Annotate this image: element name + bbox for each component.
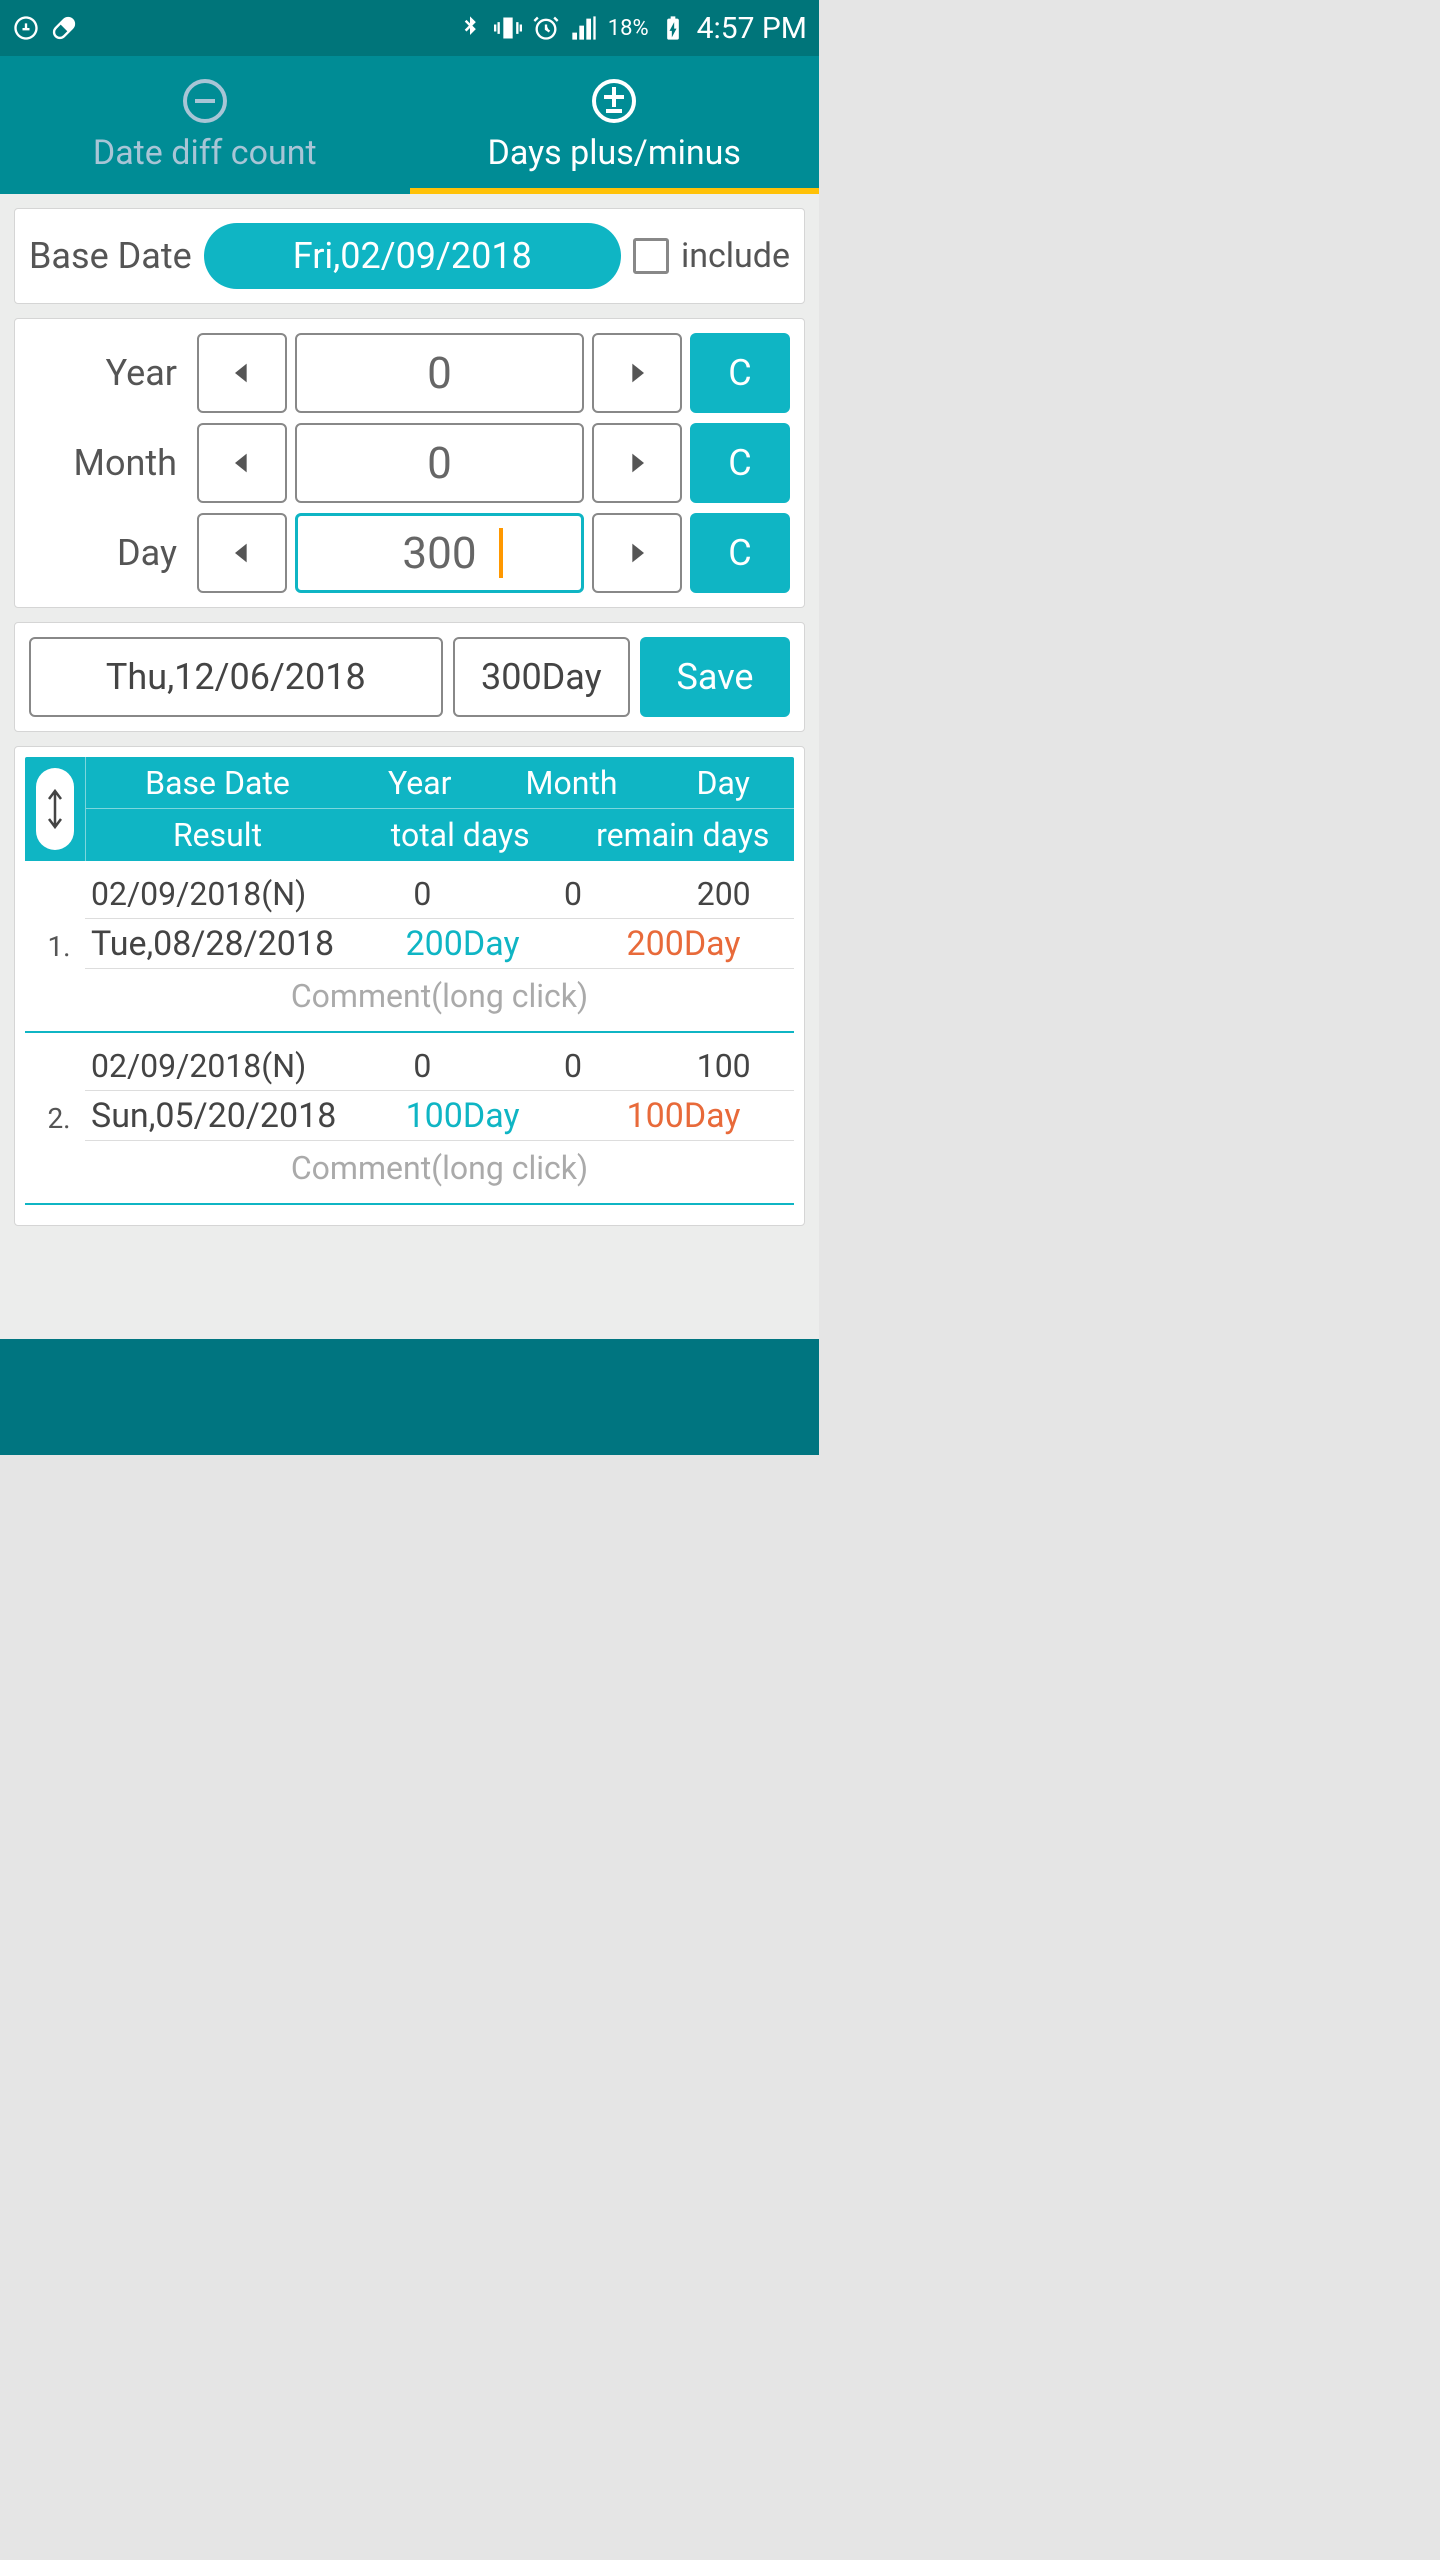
history-table-card: Base Date Year Month Day Result total da…: [14, 746, 805, 1226]
alarm-icon: [532, 14, 560, 42]
year-decrement-button[interactable]: [197, 333, 287, 413]
signal-icon: [570, 14, 598, 42]
base-date-button[interactable]: Fri,02/09/2018: [204, 223, 621, 289]
save-button[interactable]: Save: [640, 637, 790, 717]
comment-placeholder[interactable]: Comment(long click): [85, 969, 794, 1023]
sort-handle-button[interactable]: [36, 768, 74, 850]
table-header: Base Date Year Month Day Result total da…: [25, 757, 794, 861]
day-input[interactable]: 300: [295, 513, 584, 593]
month-input[interactable]: 0: [295, 423, 584, 503]
battery-icon: [659, 14, 687, 42]
tab-date-diff[interactable]: Date diff count: [0, 56, 410, 194]
cell-year: 0: [352, 1047, 493, 1085]
day-increment-button[interactable]: [592, 513, 682, 593]
plus-minus-circle-icon: [590, 77, 638, 125]
header-day: Day: [652, 764, 794, 802]
cell-total-days: 200Day: [352, 924, 573, 964]
triangle-right-icon: [623, 535, 651, 571]
month-increment-button[interactable]: [592, 423, 682, 503]
year-increment-button[interactable]: [592, 333, 682, 413]
header-remain: remain days: [571, 816, 794, 854]
result-days-display: 300Day: [453, 637, 630, 717]
header-total: total days: [349, 816, 572, 854]
cell-remain-days: 100Day: [573, 1096, 794, 1136]
day-decrement-button[interactable]: [197, 513, 287, 593]
cell-base-date: 02/09/2018(N): [85, 875, 352, 913]
carrier-icon: [12, 14, 40, 42]
steppers-card: Year 0 C Month 0 C Day 300 C: [14, 318, 805, 608]
cell-total-days: 100Day: [352, 1096, 573, 1136]
month-clear-button[interactable]: C: [690, 423, 790, 503]
cell-result: Sun,05/20/2018: [85, 1096, 352, 1136]
clock-time: 4:57 PM: [697, 11, 807, 46]
base-date-label: Base Date: [29, 235, 192, 277]
day-label: Day: [29, 532, 189, 574]
comment-placeholder[interactable]: Comment(long click): [85, 1141, 794, 1195]
cell-month: 0: [493, 875, 654, 913]
tab-bar: Date diff count Days plus/minus: [0, 56, 819, 194]
header-base-date: Base Date: [86, 764, 349, 802]
year-input[interactable]: 0: [295, 333, 584, 413]
cell-day: 100: [653, 1047, 794, 1085]
cell-day: 200: [653, 875, 794, 913]
bluetooth-icon: [456, 14, 484, 42]
cell-year: 0: [352, 875, 493, 913]
triangle-right-icon: [623, 355, 651, 391]
base-date-card: Base Date Fri,02/09/2018 include: [14, 208, 805, 304]
triangle-right-icon: [623, 445, 651, 481]
battery-percentage: 18%: [608, 16, 649, 41]
table-row[interactable]: 1. 02/09/2018(N) 0 0 200 Tue,08/28/2018 …: [25, 861, 794, 1033]
include-checkbox[interactable]: [633, 238, 669, 274]
month-label: Month: [29, 442, 189, 484]
header-year: Year: [349, 764, 491, 802]
tab-label: Days plus/minus: [488, 133, 741, 173]
status-bar: 18% 4:57 PM: [0, 0, 819, 56]
month-decrement-button[interactable]: [197, 423, 287, 503]
table-row[interactable]: 2. 02/09/2018(N) 0 0 100 Sun,05/20/2018 …: [25, 1033, 794, 1205]
header-result: Result: [86, 816, 349, 854]
tab-label: Date diff count: [93, 133, 317, 173]
day-clear-button[interactable]: C: [690, 513, 790, 593]
cell-remain-days: 200Day: [573, 924, 794, 964]
pill-icon: [50, 14, 78, 42]
row-index: 2.: [25, 1041, 85, 1195]
result-date-display: Thu,12/06/2018: [29, 637, 443, 717]
vibrate-icon: [494, 14, 522, 42]
year-clear-button[interactable]: C: [690, 333, 790, 413]
sort-handle-column: [25, 757, 85, 861]
year-label: Year: [29, 352, 189, 394]
sort-arrows-icon: [45, 787, 65, 831]
include-label: include: [681, 236, 790, 276]
triangle-left-icon: [228, 535, 256, 571]
cell-result: Tue,08/28/2018: [85, 924, 352, 964]
cell-month: 0: [493, 1047, 654, 1085]
bottom-nav-bar: [0, 1339, 819, 1455]
minus-circle-icon: [181, 77, 229, 125]
triangle-left-icon: [228, 445, 256, 481]
cell-base-date: 02/09/2018(N): [85, 1047, 352, 1085]
content-area: Base Date Fri,02/09/2018 include Year 0 …: [0, 194, 819, 1339]
result-card: Thu,12/06/2018 300Day Save: [14, 622, 805, 732]
triangle-left-icon: [228, 355, 256, 391]
row-index: 1.: [25, 869, 85, 1023]
tab-days-plus-minus[interactable]: Days plus/minus: [410, 56, 820, 194]
header-month: Month: [491, 764, 653, 802]
